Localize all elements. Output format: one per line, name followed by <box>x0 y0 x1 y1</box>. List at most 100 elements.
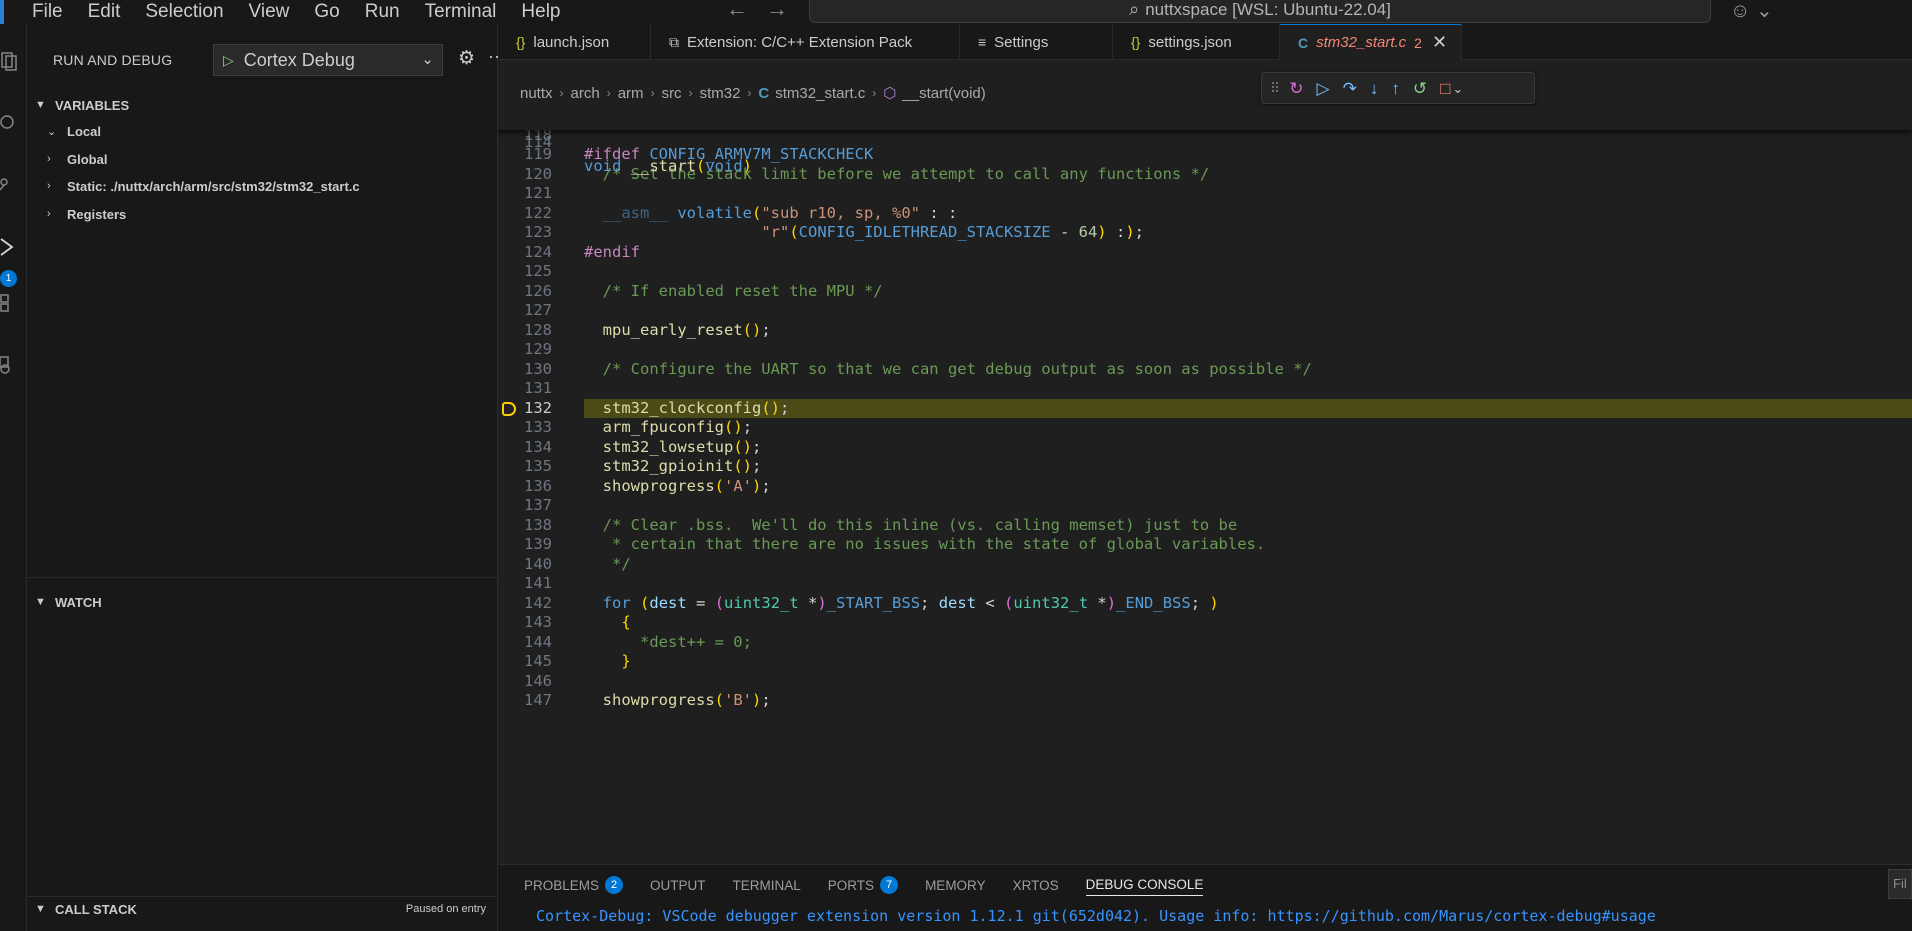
start-debugging-icon[interactable]: ▷ <box>223 52 234 69</box>
line-number[interactable]: 137 <box>498 496 552 516</box>
line-number[interactable]: 140 <box>498 555 552 575</box>
menu-go[interactable]: Go <box>314 2 339 22</box>
menu-terminal[interactable]: Terminal <box>425 2 497 22</box>
line-number[interactable]: 147 <box>498 691 552 711</box>
stop-icon[interactable]: □ <box>1440 80 1450 97</box>
code-line[interactable]: 140 */ <box>498 555 1912 575</box>
code-line[interactable]: 142 for (dest = (uint32_t *)_START_BSS; … <box>498 594 1912 614</box>
tab-xrtos[interactable]: XRTOS <box>1013 874 1059 896</box>
line-number[interactable]: 122 <box>498 204 552 224</box>
code-line[interactable]: 144 *dest++ = 0; <box>498 633 1912 653</box>
code-line[interactable]: 141 <box>498 574 1912 594</box>
extensions-icon[interactable] <box>0 292 20 314</box>
line-number[interactable]: 141 <box>498 574 552 594</box>
tab-output[interactable]: OUTPUT <box>650 874 706 896</box>
tab-launch-json[interactable]: {} launch.json <box>498 24 651 60</box>
line-number[interactable]: 130 <box>498 360 552 380</box>
code-line[interactable]: 131 <box>498 379 1912 399</box>
line-number[interactable]: 138 <box>498 516 552 536</box>
code-line[interactable]: 147 showprogress('B'); <box>498 691 1912 711</box>
breadcrumb-item[interactable]: arch <box>571 85 600 102</box>
tree-item-static[interactable]: › Static: ./nuttx/arch/arm/src/stm32/stm… <box>47 175 360 197</box>
search-sidebar-icon[interactable] <box>0 112 20 134</box>
drag-handle-icon[interactable]: ⠿ <box>1270 80 1280 97</box>
tab-settings[interactable]: ≡ Settings <box>960 24 1113 60</box>
forward-arrow-icon[interactable]: → <box>766 0 788 20</box>
line-number[interactable]: 136 <box>498 477 552 497</box>
code-line[interactable]: 133 arm_fpuconfig(); <box>498 418 1912 438</box>
tab-terminal[interactable]: TERMINAL <box>733 874 801 896</box>
menu-help[interactable]: Help <box>521 2 560 22</box>
callstack-section-header[interactable]: ▼ CALL STACK Paused on entry <box>27 897 498 921</box>
step-over-icon[interactable]: ↷ <box>1343 80 1357 97</box>
step-into-icon[interactable]: ↓ <box>1370 80 1379 97</box>
variables-section-header[interactable]: ▼ VARIABLES <box>27 93 498 117</box>
line-number[interactable]: 145 <box>498 652 552 672</box>
code-line[interactable]: 125 <box>498 262 1912 282</box>
gear-icon[interactable]: ⚙ <box>458 47 475 70</box>
back-arrow-icon[interactable]: ← <box>726 0 748 20</box>
code-line[interactable]: 134 stm32_lowsetup(); <box>498 438 1912 458</box>
line-number[interactable]: 124 <box>498 243 552 263</box>
line-number[interactable]: 126 <box>498 282 552 302</box>
line-number[interactable]: 129 <box>498 340 552 360</box>
line-number[interactable]: 131 <box>498 379 552 399</box>
breadcrumb-item[interactable]: src <box>662 85 682 102</box>
code-line[interactable]: 130 /* Configure the UART so that we can… <box>498 360 1912 380</box>
code-line[interactable]: 128 mpu_early_reset(); <box>498 321 1912 341</box>
code-editor[interactable]: 114 void __start(void) 117 uint32_t *des… <box>498 106 1912 864</box>
restart-icon[interactable]: ↺ <box>1413 80 1427 97</box>
line-number[interactable]: 128 <box>498 321 552 341</box>
line-number[interactable]: 139 <box>498 535 552 555</box>
code-line[interactable]: 143 { <box>498 613 1912 633</box>
line-number[interactable]: 143 <box>498 613 552 633</box>
breadcrumb-item[interactable]: nuttx <box>520 85 553 102</box>
breadcrumb-item[interactable]: __start(void) <box>902 85 985 102</box>
code-line[interactable]: 126 /* If enabled reset the MPU */ <box>498 282 1912 302</box>
source-control-icon[interactable] <box>0 174 20 196</box>
line-number[interactable]: 127 <box>498 301 552 321</box>
code-line[interactable]: 124 #endif <box>498 243 1912 263</box>
tab-problems[interactable]: PROBLEMS 2 <box>524 874 624 896</box>
tab-ports[interactable]: PORTS 7 <box>828 874 899 896</box>
code-line[interactable]: 135 stm32_gpioinit(); <box>498 457 1912 477</box>
tree-item-local[interactable]: ⌄ Local <box>47 120 101 142</box>
tab-memory[interactable]: MEMORY <box>925 874 986 896</box>
run-debug-icon[interactable] <box>0 236 20 258</box>
line-number[interactable]: 135 <box>498 457 552 477</box>
tab-settings-json[interactable]: {} settings.json <box>1113 24 1280 60</box>
line-number[interactable]: 133 <box>498 418 552 438</box>
chevron-down-icon[interactable]: ⌄ <box>1452 80 1463 97</box>
watch-section-header[interactable]: ▼ WATCH <box>27 590 498 614</box>
line-number[interactable]: 144 <box>498 633 552 653</box>
code-line[interactable]: 137 <box>498 496 1912 516</box>
debug-config-select[interactable]: ▷ Cortex Debug ⌄ <box>213 44 443 76</box>
code-line[interactable]: 145 } <box>498 652 1912 672</box>
code-line[interactable]: 138 /* Clear .bss. We'll do this inline … <box>498 516 1912 536</box>
menu-edit[interactable]: Edit <box>88 2 121 22</box>
tree-item-global[interactable]: › Global <box>47 148 107 170</box>
code-line[interactable]: 146 <box>498 672 1912 692</box>
explorer-icon[interactable] <box>0 50 20 72</box>
tab-debug-console[interactable]: DEBUG CONSOLE <box>1085 874 1204 896</box>
menu-view[interactable]: View <box>249 2 290 22</box>
copilot-icon[interactable]: ☺ ⌄ <box>1730 0 1773 23</box>
tab-stm32-start-c[interactable]: C stm32_start.c 2 ✕ <box>1280 24 1462 60</box>
breadcrumb-item[interactable]: arm <box>618 85 644 102</box>
breadcrumb-item[interactable]: stm32 <box>700 85 741 102</box>
code-line[interactable]: 129 <box>498 340 1912 360</box>
tab-extension-pack[interactable]: ⧉ Extension: C/C++ Extension Pack <box>651 24 960 60</box>
line-number[interactable]: 142 <box>498 594 552 614</box>
line-number[interactable]: 125 <box>498 262 552 282</box>
menu-file[interactable]: File <box>32 2 63 22</box>
code-line[interactable]: 139 * certain that there are no issues w… <box>498 535 1912 555</box>
remote-explorer-icon[interactable] <box>0 354 20 376</box>
reset-device-icon[interactable]: ↻ <box>1289 80 1303 97</box>
continue-icon[interactable]: ▷ <box>1317 80 1330 97</box>
code-line[interactable]: 136 showprogress('A'); <box>498 477 1912 497</box>
step-out-icon[interactable]: ↑ <box>1391 80 1400 97</box>
tree-item-registers[interactable]: › Registers <box>47 203 126 225</box>
menu-selection[interactable]: Selection <box>145 2 223 22</box>
line-number[interactable]: 146 <box>498 672 552 692</box>
menu-run[interactable]: Run <box>365 2 400 22</box>
